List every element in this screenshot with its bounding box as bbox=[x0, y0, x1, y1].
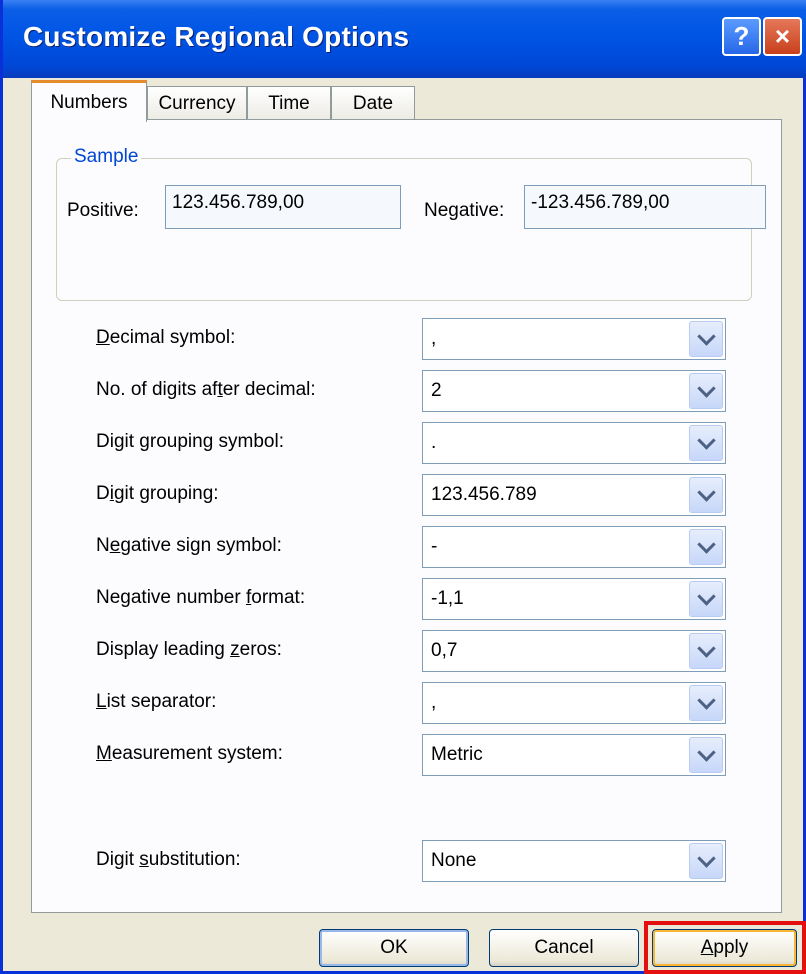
dropdown-button[interactable] bbox=[689, 529, 723, 565]
digit-grouping-label: Digit grouping: bbox=[96, 483, 219, 504]
title-bar[interactable]: Customize Regional Options ? × bbox=[3, 0, 806, 78]
list-separator-combo[interactable]: , bbox=[422, 682, 726, 724]
tab-numbers[interactable]: Numbers bbox=[31, 80, 147, 122]
chevron-down-icon bbox=[696, 534, 716, 554]
negative-sign-symbol-combo[interactable]: - bbox=[422, 526, 726, 568]
measurement-system-label: Measurement system: bbox=[96, 743, 283, 764]
customize-regional-options-dialog: Customize Regional Options ? × Numbers C… bbox=[0, 0, 806, 974]
chevron-down-icon bbox=[696, 326, 716, 346]
digit-substitution-combo[interactable]: None bbox=[422, 840, 726, 882]
negative-label: Negative: bbox=[424, 200, 505, 221]
combo-value: 0,7 bbox=[431, 640, 458, 661]
chevron-down-icon bbox=[696, 586, 716, 606]
negative-sign-symbol-label: Negative sign symbol: bbox=[96, 535, 282, 556]
ok-button[interactable]: OK bbox=[319, 929, 469, 967]
chevron-down-icon bbox=[696, 482, 716, 502]
dropdown-button[interactable] bbox=[689, 685, 723, 721]
negative-number-format-combo[interactable]: -1,1 bbox=[422, 578, 726, 620]
chevron-down-icon bbox=[696, 690, 716, 710]
numbers-tab-panel: Sample Positive: 123.456.789,00 Negative… bbox=[31, 119, 782, 913]
chevron-down-icon bbox=[696, 430, 716, 450]
tab-time[interactable]: Time bbox=[247, 86, 331, 120]
chevron-down-icon bbox=[696, 742, 716, 762]
close-icon: × bbox=[774, 21, 791, 51]
sample-legend: Sample bbox=[71, 146, 142, 168]
chevron-down-icon bbox=[696, 848, 716, 868]
display-leading-zeros-label: Display leading zeros: bbox=[96, 639, 282, 660]
display-leading-zeros-combo[interactable]: 0,7 bbox=[422, 630, 726, 672]
sample-groupbox: Sample Positive: 123.456.789,00 Negative… bbox=[56, 146, 766, 301]
negative-number-format-label: Negative number format: bbox=[96, 587, 306, 608]
combo-value: 2 bbox=[431, 380, 442, 401]
digit-substitution-label: Digit substitution: bbox=[96, 849, 241, 870]
tab-date[interactable]: Date bbox=[331, 86, 415, 120]
dropdown-button[interactable] bbox=[689, 321, 723, 357]
apply-highlight-box bbox=[644, 921, 806, 974]
close-button[interactable]: × bbox=[763, 17, 802, 56]
positive-sample-field: 123.456.789,00 bbox=[165, 185, 401, 229]
cancel-button[interactable]: Cancel bbox=[489, 929, 639, 967]
negative-sample-field: -123.456.789,00 bbox=[524, 185, 766, 229]
combo-value: , bbox=[431, 328, 437, 349]
digits-after-decimal-combo[interactable]: 2 bbox=[422, 370, 726, 412]
decimal-symbol-combo[interactable]: , bbox=[422, 318, 726, 360]
tab-currency[interactable]: Currency bbox=[147, 86, 247, 120]
dropdown-button[interactable] bbox=[689, 425, 723, 461]
list-separator-label: List separator: bbox=[96, 691, 217, 712]
positive-label: Positive: bbox=[67, 200, 139, 221]
dropdown-button[interactable] bbox=[689, 581, 723, 617]
digit-grouping-symbol-combo[interactable]: . bbox=[422, 422, 726, 464]
combo-value: None bbox=[431, 850, 477, 871]
combo-value: Metric bbox=[431, 744, 483, 765]
digit-grouping-symbol-label: Digit grouping symbol: bbox=[96, 431, 284, 452]
digits-after-decimal-label: No. of digits after decimal: bbox=[96, 379, 316, 400]
combo-value: , bbox=[431, 692, 437, 713]
combo-value: . bbox=[431, 432, 437, 453]
dropdown-button[interactable] bbox=[689, 843, 723, 879]
window-title: Customize Regional Options bbox=[23, 21, 410, 52]
help-button[interactable]: ? bbox=[722, 17, 761, 56]
chevron-down-icon bbox=[696, 378, 716, 398]
combo-value: - bbox=[431, 536, 438, 557]
dropdown-button[interactable] bbox=[689, 633, 723, 669]
combo-value: -1,1 bbox=[431, 588, 464, 609]
dropdown-button[interactable] bbox=[689, 373, 723, 409]
dropdown-button[interactable] bbox=[689, 477, 723, 513]
decimal-symbol-label: Decimal symbol: bbox=[96, 327, 236, 348]
measurement-system-combo[interactable]: Metric bbox=[422, 734, 726, 776]
digit-grouping-combo[interactable]: 123.456.789 bbox=[422, 474, 726, 516]
dropdown-button[interactable] bbox=[689, 737, 723, 773]
help-icon: ? bbox=[733, 21, 750, 51]
chevron-down-icon bbox=[696, 638, 716, 658]
combo-value: 123.456.789 bbox=[431, 484, 537, 505]
